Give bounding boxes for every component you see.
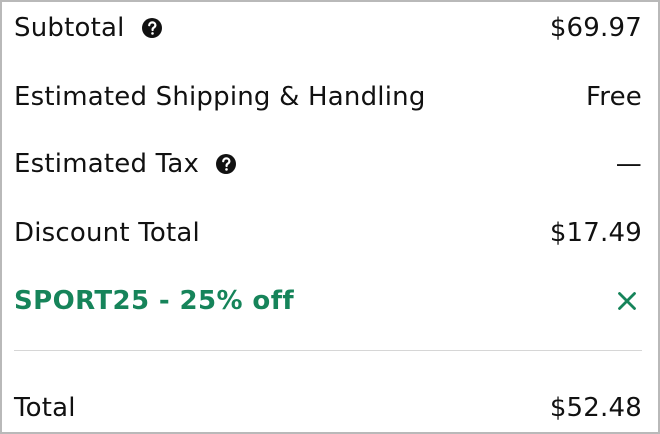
subtotal-label-wrap: Subtotal [14,8,163,48]
summary-divider [14,350,642,351]
tax-value: — [615,149,642,179]
subtotal-label: Subtotal [14,13,125,43]
total-label: Total [14,393,76,423]
subtotal-help-icon[interactable] [141,17,163,39]
tax-help-icon[interactable] [215,153,237,175]
close-icon [615,289,639,313]
tax-row: Estimated Tax — [14,144,642,184]
total-value: $52.48 [549,393,642,423]
shipping-value: Free [586,82,642,112]
tax-label: Estimated Tax [14,149,200,179]
shipping-label: Estimated Shipping & Handling [14,82,426,112]
subtotal-row: Subtotal $69.97 [14,8,642,48]
order-summary: Subtotal $69.97 Estimated Shipping & Han… [0,0,660,434]
remove-promo-button[interactable] [612,286,642,316]
total-row: Total $52.48 [14,388,642,428]
promo-row: SPORT25 - 25% off [14,281,642,321]
discount-row: Discount Total $17.49 [14,213,642,253]
shipping-row: Estimated Shipping & Handling Free [14,77,642,117]
discount-value: $17.49 [549,218,642,248]
tax-label-wrap: Estimated Tax [14,144,237,184]
discount-label: Discount Total [14,218,200,248]
subtotal-value: $69.97 [549,13,642,43]
promo-code-label: SPORT25 - 25% off [14,286,295,316]
